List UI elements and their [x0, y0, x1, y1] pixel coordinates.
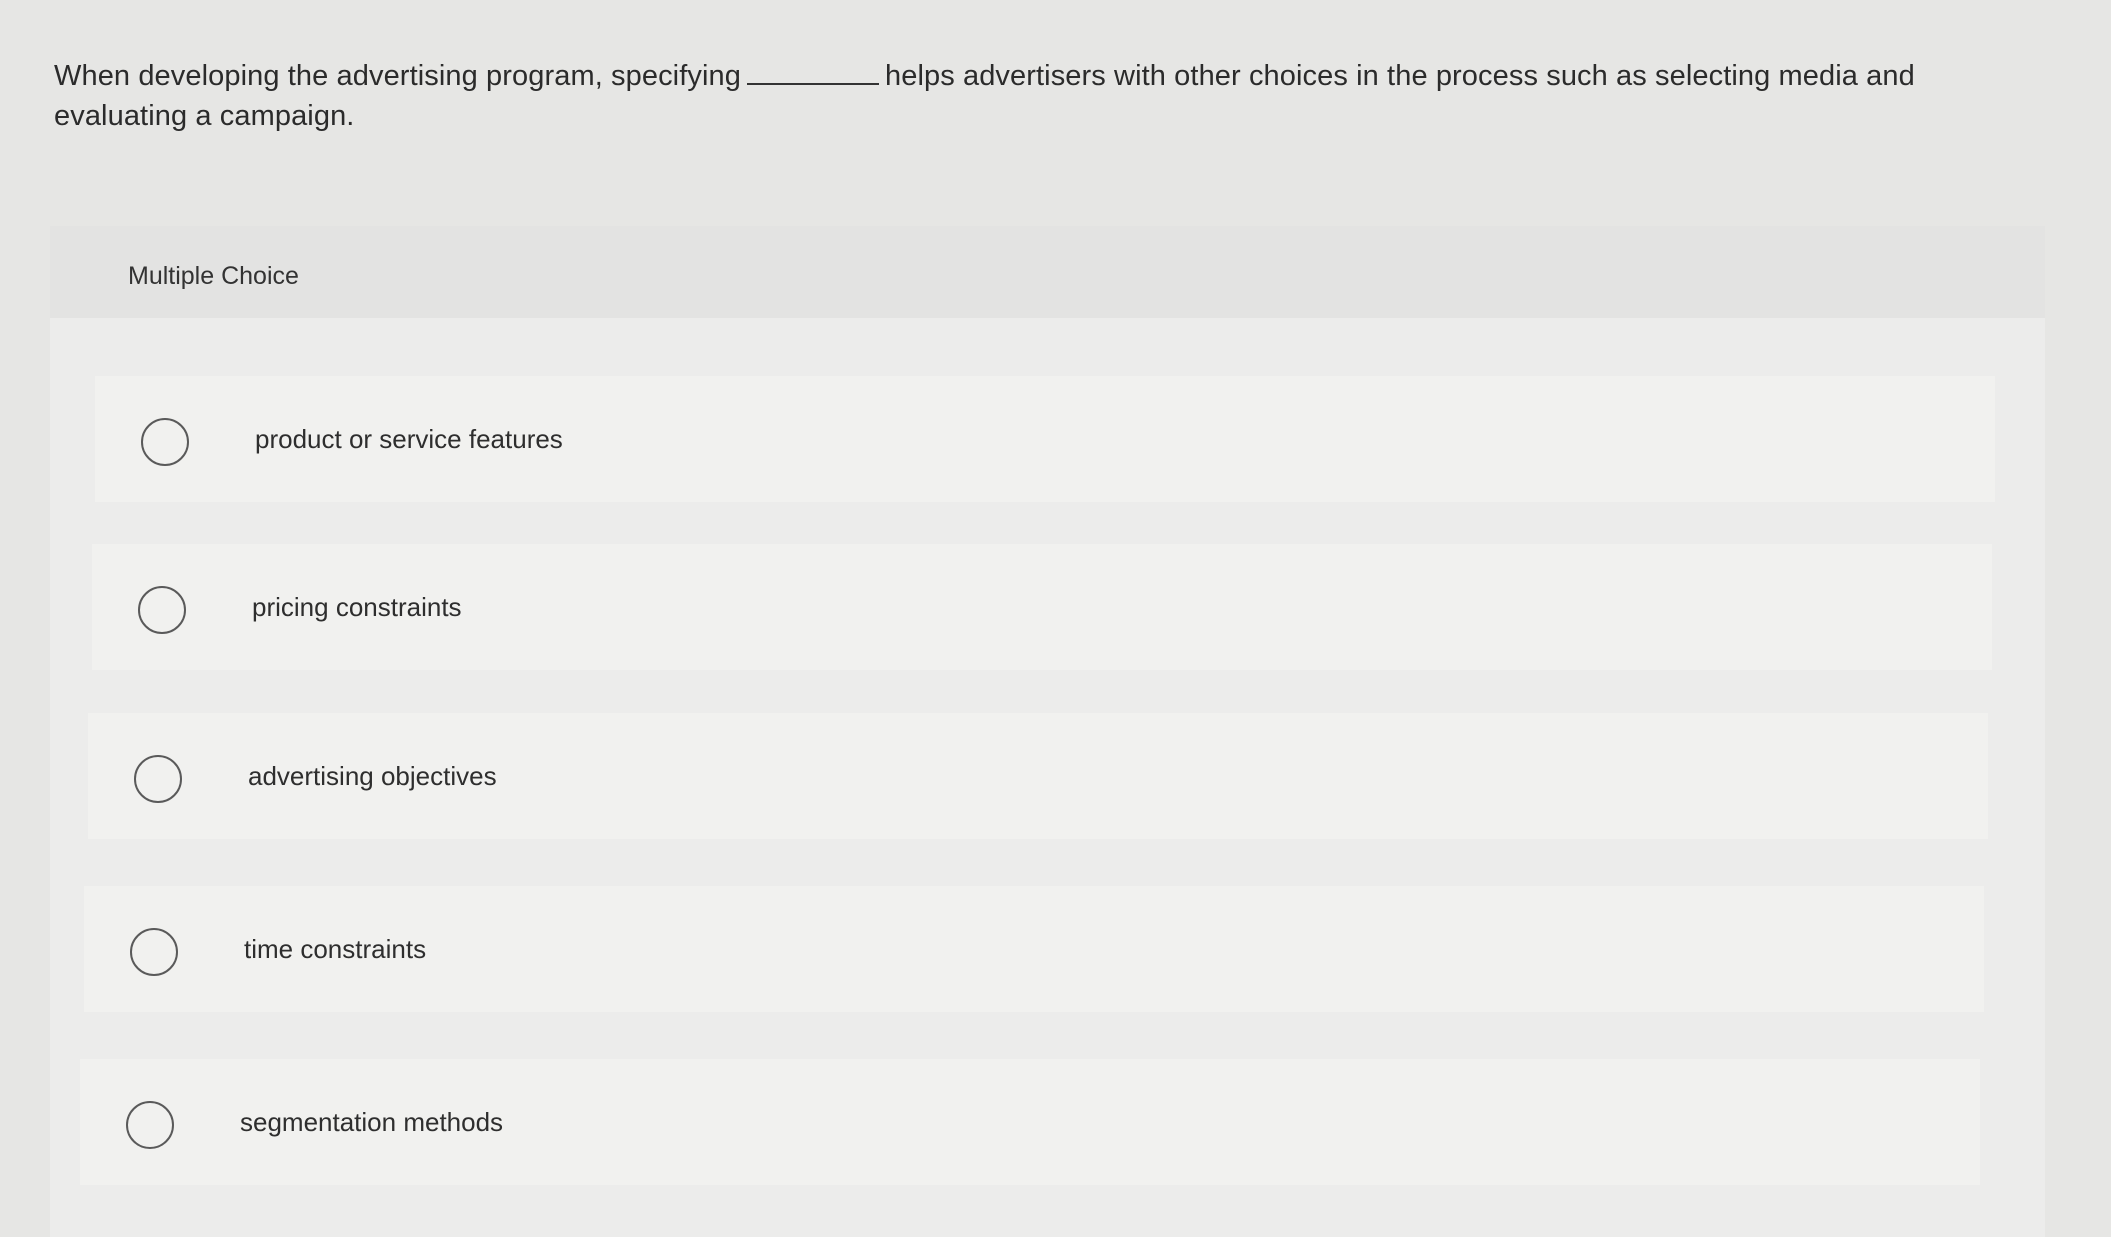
radio-button[interactable] [138, 586, 186, 634]
answer-options: product or service features pricing cons… [50, 226, 2045, 1237]
radio-button[interactable] [141, 418, 189, 466]
question-text-before: When developing the advertising program,… [54, 60, 741, 92]
answer-option-label: product or service features [255, 424, 563, 454]
answer-option[interactable]: advertising objectives [88, 713, 1988, 839]
answer-option-label: pricing constraints [252, 592, 462, 622]
question-text: When developing the advertising program,… [54, 56, 2014, 136]
answer-panel: Multiple Choice product or service featu… [50, 226, 2045, 1237]
answer-option-label: advertising objectives [248, 761, 497, 791]
answer-option[interactable]: time constraints [84, 886, 1984, 1012]
radio-button[interactable] [126, 1101, 174, 1149]
answer-option-label: time constraints [244, 934, 427, 964]
radio-button[interactable] [130, 928, 178, 976]
radio-button[interactable] [134, 755, 182, 803]
answer-option[interactable]: pricing constraints [92, 544, 1992, 670]
answer-option-label: segmentation methods [240, 1107, 504, 1137]
question-blank [746, 82, 879, 85]
answer-option[interactable]: segmentation methods [80, 1059, 1980, 1185]
answer-option[interactable]: product or service features [95, 376, 1995, 502]
